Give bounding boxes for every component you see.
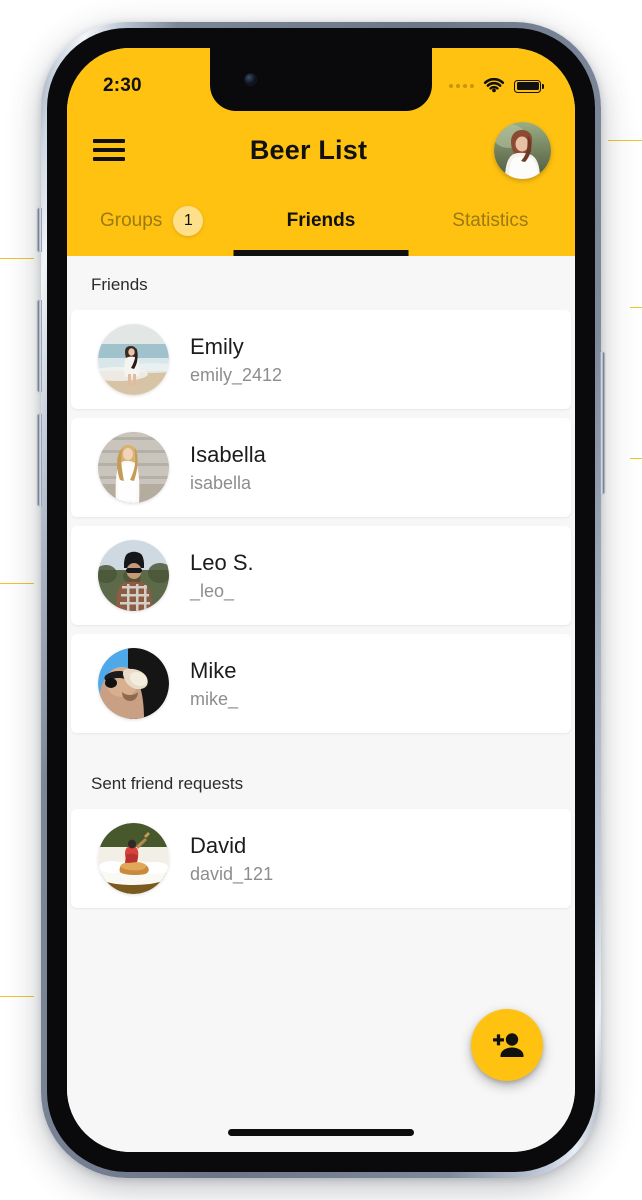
section-header-sent-requests: Sent friend requests xyxy=(91,774,244,793)
app-bar: Beer List xyxy=(67,110,575,190)
add-friend-fab[interactable] xyxy=(471,1009,543,1081)
friend-handle: mike_ xyxy=(190,688,239,709)
list-item[interactable]: Leo S. _leo_ xyxy=(71,526,571,625)
hamburger-menu-icon[interactable] xyxy=(93,134,127,166)
avatar xyxy=(98,432,169,503)
avatar xyxy=(98,324,169,395)
section-header-friends: Friends xyxy=(91,275,148,294)
list-item-text: Mike mike_ xyxy=(190,658,238,710)
friend-handle: emily_2412 xyxy=(190,364,283,385)
friend-handle: david_121 xyxy=(190,863,274,884)
friend-name: Isabella xyxy=(190,441,266,467)
wifi-icon xyxy=(483,78,505,94)
registration-mark xyxy=(630,458,642,459)
tab-bar: Groups 1 Friends Statistics xyxy=(67,190,575,256)
avatar xyxy=(98,540,169,611)
active-tab-indicator xyxy=(233,250,409,256)
home-indicator[interactable] xyxy=(228,1129,414,1136)
list-item-text: David david_121 xyxy=(190,833,273,885)
registration-mark xyxy=(0,258,34,259)
status-clock: 2:30 xyxy=(103,75,142,96)
silent-switch-button[interactable] xyxy=(38,208,42,252)
registration-mark xyxy=(0,583,34,584)
list-item-text: Emily emily_2412 xyxy=(190,334,282,386)
list-item[interactable]: Mike mike_ xyxy=(71,634,571,733)
avatar xyxy=(98,648,169,719)
power-button[interactable] xyxy=(600,352,604,494)
tab-label: Groups xyxy=(100,210,163,231)
registration-mark xyxy=(0,996,34,997)
profile-avatar[interactable] xyxy=(494,121,551,179)
list-item-text: Leo S. _leo_ xyxy=(190,550,254,602)
list-item-text: Isabella isabella xyxy=(190,442,266,494)
device-bezel: 2:30 Beer List Groups 1 Friends Statisti… xyxy=(47,28,595,1172)
avatar xyxy=(98,823,169,894)
friend-handle: isabella xyxy=(190,472,252,493)
signal-dots-icon xyxy=(449,84,474,88)
tab-label: Statistics xyxy=(452,210,529,231)
friend-name: David xyxy=(190,832,247,858)
front-camera-icon xyxy=(245,74,256,85)
friend-name: Emily xyxy=(190,333,244,359)
phone-screen: 2:30 Beer List Groups 1 Friends Statisti… xyxy=(67,48,575,1152)
display-notch xyxy=(210,48,432,111)
page-title: Beer List xyxy=(249,134,368,165)
tab-groups[interactable]: Groups 1 xyxy=(67,190,236,256)
friend-handle: _leo_ xyxy=(190,580,235,601)
tab-statistics[interactable]: Statistics xyxy=(406,190,575,256)
status-indicators xyxy=(449,78,544,94)
battery-full-icon xyxy=(514,79,544,93)
list-item[interactable]: Emily emily_2412 xyxy=(71,310,571,409)
tab-label: Friends xyxy=(286,210,356,231)
tab-friends[interactable]: Friends xyxy=(233,190,409,256)
registration-mark xyxy=(608,140,642,141)
registration-mark xyxy=(630,307,642,308)
friend-name: Mike xyxy=(190,657,237,683)
list-item[interactable]: Isabella isabella xyxy=(71,418,571,517)
volume-up-button[interactable] xyxy=(38,300,42,392)
friend-name: Leo S. xyxy=(190,549,254,575)
person-add-icon xyxy=(493,1033,524,1057)
phone-device-frame: 2:30 Beer List Groups 1 Friends Statisti… xyxy=(38,22,604,1178)
groups-badge: 1 xyxy=(173,206,204,236)
volume-down-button[interactable] xyxy=(38,414,42,506)
list-item[interactable]: David david_121 xyxy=(71,809,571,908)
